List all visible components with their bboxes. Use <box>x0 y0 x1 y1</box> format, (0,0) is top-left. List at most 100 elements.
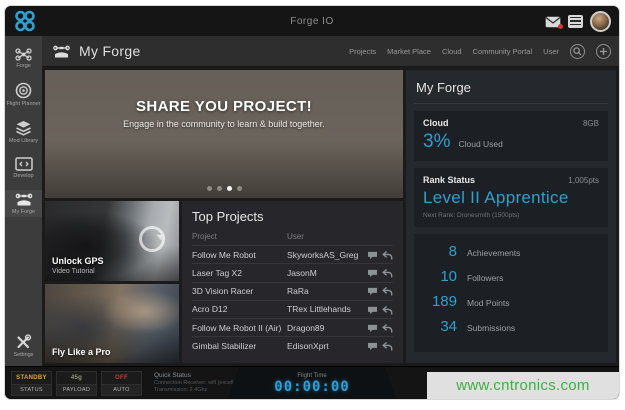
project-name[interactable]: Follow Me Robot II (Air) <box>192 319 287 337</box>
stat-label: Followers <box>467 273 503 283</box>
project-name[interactable]: Laser Tag X2 <box>192 264 287 282</box>
user-avatar[interactable] <box>590 11 611 32</box>
project-name[interactable]: 3D Vision Racer <box>192 282 287 300</box>
comment-icon[interactable] <box>367 342 378 351</box>
project-row[interactable]: Acro D12TRex Littlehands <box>192 300 393 318</box>
project-user[interactable]: RaRa <box>287 282 363 300</box>
comment-icon[interactable] <box>367 306 378 315</box>
stat-achievements[interactable]: 8 Achievements <box>423 243 599 260</box>
rank-level: Level II Apprentice <box>423 188 599 208</box>
add-button[interactable] <box>596 44 611 59</box>
sidebar-item-label: Flight Planner <box>7 101 41 107</box>
carousel-dot-2[interactable] <box>217 186 222 191</box>
carousel-dot-1[interactable] <box>207 186 212 191</box>
cloud-card[interactable]: Cloud 8GB 3% Cloud Used <box>414 111 608 161</box>
payload-value: 45g <box>57 372 96 384</box>
rank-points: 1,005pts <box>568 176 599 185</box>
project-name[interactable]: Acro D12 <box>192 300 287 318</box>
comment-icon[interactable] <box>367 287 378 296</box>
project-user[interactable]: EdisonXprt <box>287 337 363 355</box>
flight-time-display: Flight Time 00:00:00 <box>227 367 397 400</box>
page-title: My Forge <box>79 43 141 59</box>
reply-icon[interactable] <box>382 251 393 260</box>
column-header-user: User <box>287 230 363 246</box>
carousel-dot-4[interactable] <box>237 186 242 191</box>
project-user[interactable]: TRex Littlehands <box>287 300 363 318</box>
top-projects-panel: Top Projects Project User Follow Me <box>182 201 403 363</box>
search-button[interactable] <box>570 44 585 59</box>
search-icon <box>573 47 582 56</box>
panel-title: My Forge <box>414 78 608 104</box>
carousel-dots <box>45 186 403 191</box>
sidebar-item-label: Forge <box>16 63 30 69</box>
auto-indicator: OFF AUTO <box>101 371 142 396</box>
stat-value: 8 <box>423 243 457 260</box>
watermark-text: www.cntronics.com <box>456 377 589 394</box>
sidebar-item-settings[interactable]: Settings <box>5 332 42 360</box>
nav-link-cloud[interactable]: Cloud <box>442 47 462 56</box>
nav-link-user[interactable]: User <box>543 47 559 56</box>
comment-icon[interactable] <box>367 324 378 333</box>
stat-mod-points[interactable]: 189 Mod Points <box>423 293 599 310</box>
comment-icon[interactable] <box>367 251 378 260</box>
nav-link-market-place[interactable]: Market Place <box>387 47 431 56</box>
stat-label: Mod Points <box>467 298 510 308</box>
project-name[interactable]: Gimbal Stabilizer <box>192 337 287 355</box>
project-user[interactable]: SkyworksAS_Greg <box>287 246 363 264</box>
cloud-used-label: Cloud Used <box>458 139 502 149</box>
column-header-project: Project <box>192 230 287 246</box>
cloud-capacity: 8GB <box>583 119 599 128</box>
carousel-dot-3[interactable] <box>227 186 232 191</box>
top-projects-table: Project User Follow Me RobotSkyworksAS_G… <box>192 230 393 355</box>
project-user[interactable]: JasonM <box>287 264 363 282</box>
stat-value: 10 <box>423 268 457 285</box>
quick-status-line: Connection Receiver: wifi (excellent) <box>154 380 243 387</box>
reply-icon[interactable] <box>382 287 393 296</box>
stat-value: 189 <box>423 293 457 310</box>
nav-link-community-portal[interactable]: Community Portal <box>473 47 533 56</box>
tile-fly-like-a-pro[interactable]: Fly Like a Pro <box>45 284 179 364</box>
reply-icon[interactable] <box>382 306 393 315</box>
sidebar-item-flight-planner[interactable]: Flight Planner <box>5 80 42 109</box>
messages-icon[interactable] <box>545 15 561 27</box>
project-user[interactable]: Dragon89 <box>287 319 363 337</box>
sidebar-item-my-forge[interactable]: My Forge <box>5 190 42 217</box>
project-row[interactable]: Follow Me Robot II (Air)Dragon89 <box>192 319 393 337</box>
sidebar-item-label: My Forge <box>12 209 35 215</box>
tile-unlock-gps[interactable]: Unlock GPS Video Tutorial <box>45 201 179 281</box>
sidebar-item-mod-library[interactable]: Mod Library <box>5 118 42 146</box>
hand-drone-icon <box>52 44 71 59</box>
flight-time-value: 00:00:00 <box>274 379 349 395</box>
target-icon <box>15 82 32 99</box>
sidebar-item-label: Mod Library <box>9 138 38 144</box>
comment-icon[interactable] <box>367 269 378 278</box>
reply-icon[interactable] <box>382 269 393 278</box>
sidebar-item-forge[interactable]: Forge <box>5 46 42 71</box>
hero-subtitle: Engage in the community to learn & build… <box>45 119 403 129</box>
stat-followers[interactable]: 10 Followers <box>423 268 599 285</box>
status-value: STANDBY <box>12 372 51 384</box>
status-indicator: STANDBY STATUS <box>11 371 52 396</box>
project-row[interactable]: Follow Me RobotSkyworksAS_Greg <box>192 246 393 264</box>
nav-link-projects[interactable]: Projects <box>349 47 376 56</box>
tiles-column: Unlock GPS Video Tutorial Fly Like a Pro <box>45 201 179 363</box>
drone-icon <box>15 48 32 61</box>
project-row[interactable]: 3D Vision RacerRaRa <box>192 282 393 300</box>
quick-status-title: Quick Status <box>154 372 243 379</box>
project-name[interactable]: Follow Me Robot <box>192 246 287 264</box>
menu-list-icon[interactable] <box>568 15 583 28</box>
hero-carousel[interactable]: SHARE YOU PROJECT! Engage in the communi… <box>45 70 403 198</box>
stat-label: Submissions <box>467 323 515 333</box>
project-row[interactable]: Laser Tag X2JasonM <box>192 264 393 282</box>
project-row[interactable]: Gimbal StabilizerEdisonXprt <box>192 337 393 355</box>
payload-indicator: 45g PAYLOAD <box>56 371 97 396</box>
tile-title: Unlock GPS <box>52 256 104 266</box>
rank-next: Next Rank: Dronesmith (1500pts) <box>423 212 599 219</box>
cloud-label: Cloud <box>423 118 449 128</box>
reply-icon[interactable] <box>382 342 393 351</box>
rank-status-card[interactable]: Rank Status 1,005pts Level II Apprentice… <box>414 168 608 227</box>
stat-submissions[interactable]: 34 Submissions <box>423 318 599 335</box>
reply-icon[interactable] <box>382 324 393 333</box>
sidebar-item-develop[interactable]: Develop <box>5 155 42 181</box>
rank-label: Rank Status <box>423 175 475 185</box>
